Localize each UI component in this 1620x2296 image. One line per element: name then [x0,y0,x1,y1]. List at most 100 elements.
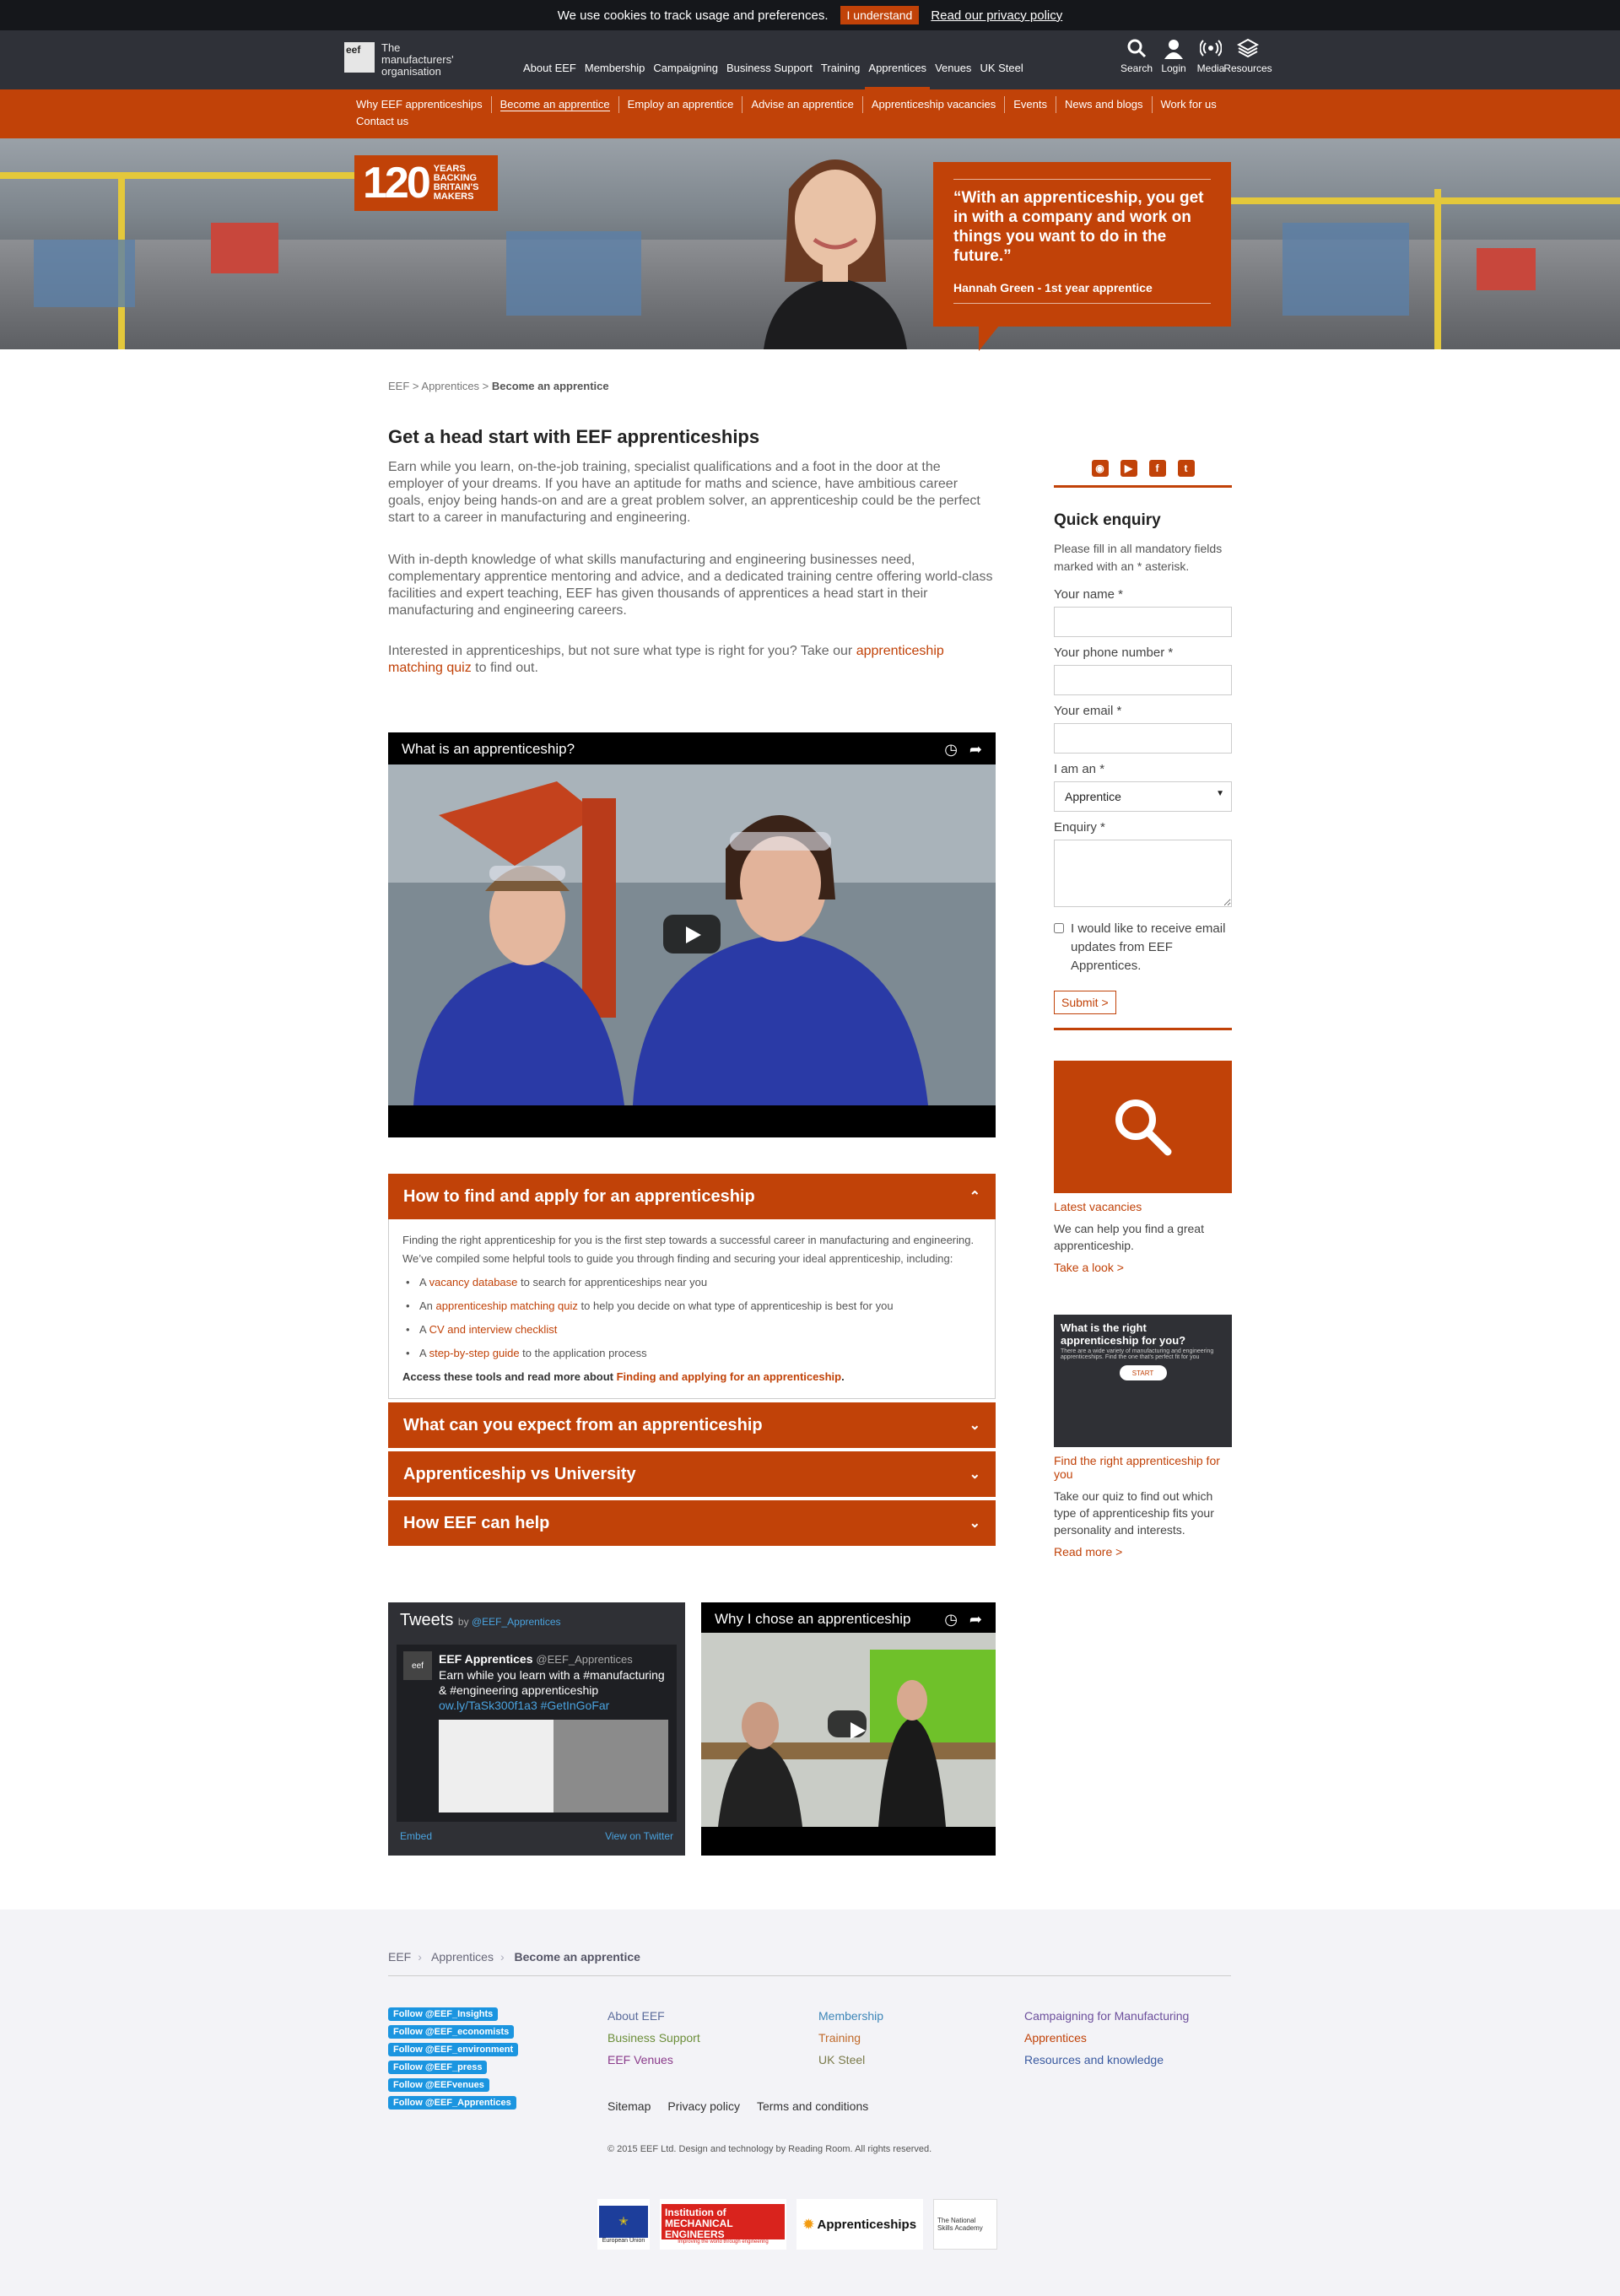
vacancies-promo-image[interactable] [1054,1061,1232,1193]
share-icon[interactable]: ➦ [969,1611,982,1629]
resources-tool[interactable]: Resources [1223,37,1272,74]
search-tool[interactable]: Search [1120,37,1153,74]
tweet-link[interactable]: ow.ly/TaSk300f1a3 #GetInGoFar [439,1698,668,1713]
media-tool[interactable]: Media [1196,37,1225,74]
enquiry-field[interactable] [1054,840,1232,907]
follow-economists-button[interactable]: Follow @EEF_economists [388,2025,515,2039]
twitter-handle-link[interactable]: @EEF_Apprentices [472,1616,561,1628]
play-button[interactable] [828,1710,867,1739]
submit-button[interactable]: Submit > [1054,991,1116,1014]
item-pre: A [419,1323,426,1336]
footer-link-eef-venues[interactable]: EEF Venues [608,2053,818,2066]
youtube-icon[interactable]: ▶ [1120,460,1137,477]
main-nav: About EEF Membership Campaigning Busines… [523,62,1023,90]
footer-link-business-support[interactable]: Business Support [608,2031,818,2045]
subnav-employ[interactable]: Employ an apprentice [628,96,743,113]
follow-apprentices-button[interactable]: Follow @EEF_Apprentices [388,2096,516,2110]
cv-checklist-link[interactable]: CV and interview checklist [429,1323,558,1336]
subnav-label: Why EEF apprenticeships [356,98,483,111]
footer-link-about-eef[interactable]: About EEF [608,2009,818,2023]
breadcrumb-apprentices[interactable]: Apprentices [421,380,479,392]
phone-field[interactable] [1054,665,1232,695]
play-button[interactable] [663,915,721,954]
matching-quiz-link-2[interactable]: apprenticeship matching quiz [436,1299,578,1312]
footer-link-training[interactable]: Training [818,2031,1024,2045]
quiz-image-sub: There are a wide variety of manufacturin… [1061,1348,1214,1360]
top-header: eef The manufacturers' organisation Abou… [0,30,1620,90]
share-icon[interactable]: ➦ [969,741,982,759]
vacancy-database-link[interactable]: vacancy database [429,1276,518,1288]
accordion-vs-university[interactable]: Apprenticeship vs University ⌄ [388,1451,996,1497]
i-am-select[interactable]: Apprentice ▼ [1054,781,1232,812]
read-more-link[interactable]: Read more > [1054,1545,1232,1559]
cookie-accept-button[interactable]: I understand [840,6,920,24]
twitter-icon[interactable]: t [1177,460,1195,477]
footer-link-uk-steel[interactable]: UK Steel [818,2053,1024,2066]
footer-link-apprentices[interactable]: Apprentices [1024,2031,1244,2045]
nav-about-eef[interactable]: About EEF [523,62,576,74]
name-field[interactable] [1054,607,1232,637]
nav-venues[interactable]: Venues [935,62,971,74]
footer-link-resources-and-knowledge[interactable]: Resources and knowledge [1024,2053,1244,2066]
nav-membership[interactable]: Membership [585,62,645,74]
eef-logo[interactable]: eef The manufacturers' organisation [344,42,466,78]
footer-link-membership[interactable]: Membership [818,2009,1024,2023]
quiz-promo-image[interactable]: What is the right apprenticeship for you… [1054,1315,1232,1447]
accordion-expect[interactable]: What can you expect from an apprenticesh… [388,1402,996,1448]
step-guide-link[interactable]: step-by-step guide [429,1347,520,1359]
legal-links: Sitemap Privacy policy Terms and conditi… [608,2099,868,2113]
accordion-eef-help[interactable]: How EEF can help ⌄ [388,1500,996,1546]
subnav-vacancies[interactable]: Apprenticeship vacancies [872,96,1006,113]
watch-later-icon[interactable]: ◷ [944,741,958,759]
take-a-look-link[interactable]: Take a look > [1054,1261,1232,1274]
privacy-policy-link[interactable]: Read our privacy policy [931,8,1062,23]
breadcrumb-eef[interactable]: EEF [388,380,409,392]
instagram-icon[interactable]: ◉ [1091,460,1109,477]
nav-business-support[interactable]: Business Support [726,62,813,74]
video-bottom-bar [388,1105,996,1137]
subnav-label: Become an apprentice [500,98,610,111]
nav-training[interactable]: Training [821,62,860,74]
nav-uk-steel[interactable]: UK Steel [980,62,1023,74]
watch-later-icon[interactable]: ◷ [944,1611,958,1629]
privacy-policy-footer-link[interactable]: Privacy policy [667,2099,740,2113]
accordion-title: How EEF can help [403,1513,550,1532]
view-on-twitter-link[interactable]: View on Twitter [605,1830,673,1842]
nav-apprentices[interactable]: Apprentices [865,62,930,90]
subnav-become-apprentice[interactable]: Become an apprentice [500,96,619,113]
follow-venues-button[interactable]: Follow @EEFvenues [388,2078,489,2092]
vacancies-title[interactable]: Latest vacancies [1054,1200,1232,1213]
footer-crumb-eef[interactable]: EEF [388,1950,411,1964]
quiz-title[interactable]: Find the right apprenticeship for you [1054,1454,1232,1481]
subnav-work-for-us[interactable]: Work for us [1161,96,1225,113]
email-field[interactable] [1054,723,1232,754]
tweet-image[interactable] [439,1720,668,1812]
finding-applying-link[interactable]: Finding and applying for an apprenticesh… [617,1370,842,1383]
login-tool[interactable]: Login [1159,37,1188,74]
quiz-start-button[interactable]: START [1119,1365,1167,1380]
optin-checkbox[interactable] [1054,923,1064,933]
subnav-advise[interactable]: Advise an apprentice [751,96,863,113]
video-why-i-chose[interactable]: Why I chose an apprenticeship ◷ ➦ [701,1602,996,1856]
follow-environment-button[interactable]: Follow @EEF_environment [388,2043,519,2056]
nsa-logo: The National Skills Academy [933,2199,997,2250]
sunburst-icon: ✹ [802,2218,814,2232]
subnav-events[interactable]: Events [1013,96,1057,113]
follow-insights-button[interactable]: Follow @EEF_Insights [388,2007,499,2021]
video-what-is-apprenticeship[interactable]: What is an apprenticeship? ◷ ➦ [388,732,996,1137]
sitemap-link[interactable]: Sitemap [608,2099,651,2113]
optin-label: I would like to receive email updates fr… [1071,921,1226,973]
facebook-icon[interactable]: f [1148,460,1166,477]
accordion-find-apply[interactable]: How to find and apply for an apprentices… [388,1174,996,1219]
footer-link-campaigning-for-manufacturing[interactable]: Campaigning for Manufacturing [1024,2009,1244,2023]
tweet-author[interactable]: EEF Apprentices [439,1652,533,1666]
footer-crumb-apprentices[interactable]: Apprentices [431,1950,494,1964]
follow-press-button[interactable]: Follow @EEF_press [388,2061,488,2074]
subnav-why-eef[interactable]: Why EEF apprenticeships [356,96,492,113]
terms-link[interactable]: Terms and conditions [757,2099,868,2113]
subnav-news[interactable]: News and blogs [1065,96,1153,113]
embed-link[interactable]: Embed [400,1830,432,1842]
subnav-contact[interactable]: Contact us [356,113,417,130]
logo-mark: eef [344,42,375,73]
nav-campaigning[interactable]: Campaigning [653,62,718,74]
